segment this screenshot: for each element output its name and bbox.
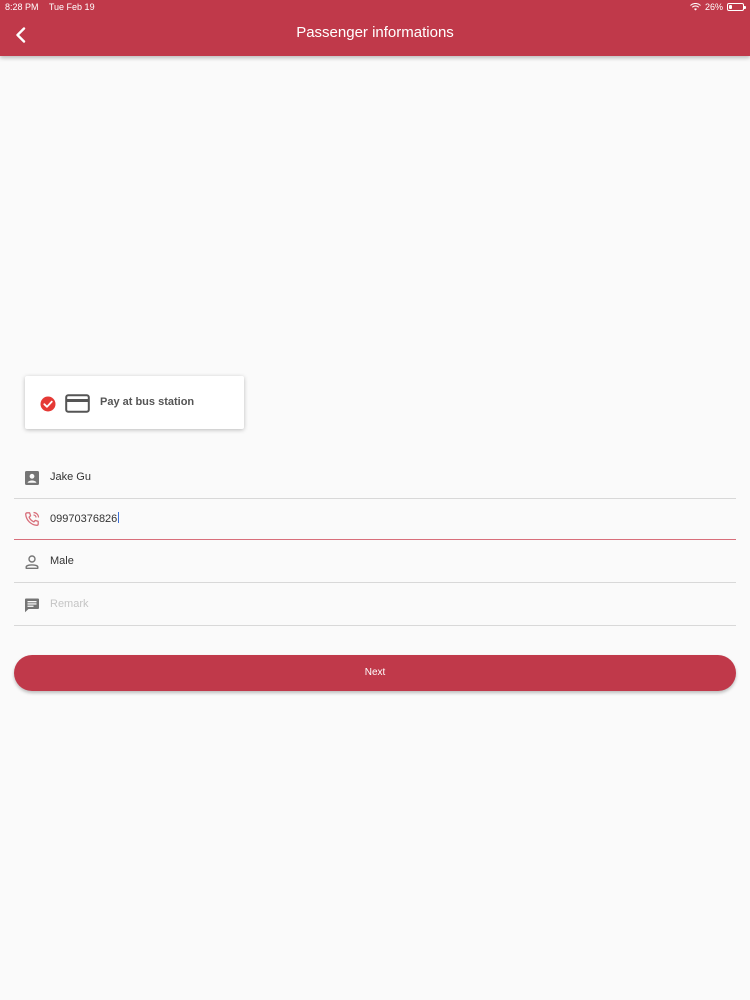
phone-icon — [25, 511, 40, 526]
wifi-icon — [690, 3, 701, 11]
battery-percent: 26% — [704, 2, 723, 12]
phone-text: 09970376826 — [50, 513, 118, 525]
comment-icon — [25, 598, 39, 613]
credit-card-icon — [65, 394, 90, 413]
name-value: Jake Gu — [50, 471, 91, 483]
gender-field[interactable]: Male — [14, 540, 736, 583]
status-right: 26% — [690, 2, 746, 12]
status-time: 8:28 PM — [5, 2, 39, 12]
payment-option-card[interactable]: Pay at bus station — [25, 376, 244, 429]
status-bar: 8:28 PM Tue Feb 19 26% — [0, 0, 750, 14]
battery-icon — [727, 3, 746, 11]
next-button[interactable]: Next — [14, 655, 736, 691]
check-circle-icon — [40, 396, 56, 412]
remark-field[interactable]: Remark — [14, 583, 736, 626]
name-field[interactable]: Jake Gu — [14, 456, 736, 499]
remark-placeholder: Remark — [50, 598, 89, 610]
status-left: 8:28 PM Tue Feb 19 — [5, 2, 103, 12]
contact-card-icon — [25, 471, 39, 485]
gender-value: Male — [50, 555, 74, 567]
battery-level — [729, 5, 732, 9]
status-date: Tue Feb 19 — [48, 2, 95, 12]
text-caret — [118, 512, 120, 523]
page-title: Passenger informations — [296, 24, 454, 41]
phone-field[interactable]: 09970376826 — [14, 497, 736, 540]
payment-option-label: Pay at bus station — [100, 396, 195, 408]
person-icon — [25, 555, 39, 569]
app-bar: 8:28 PM Tue Feb 19 26% Passenger informa… — [0, 0, 750, 56]
phone-value: 09970376826 — [50, 512, 120, 525]
